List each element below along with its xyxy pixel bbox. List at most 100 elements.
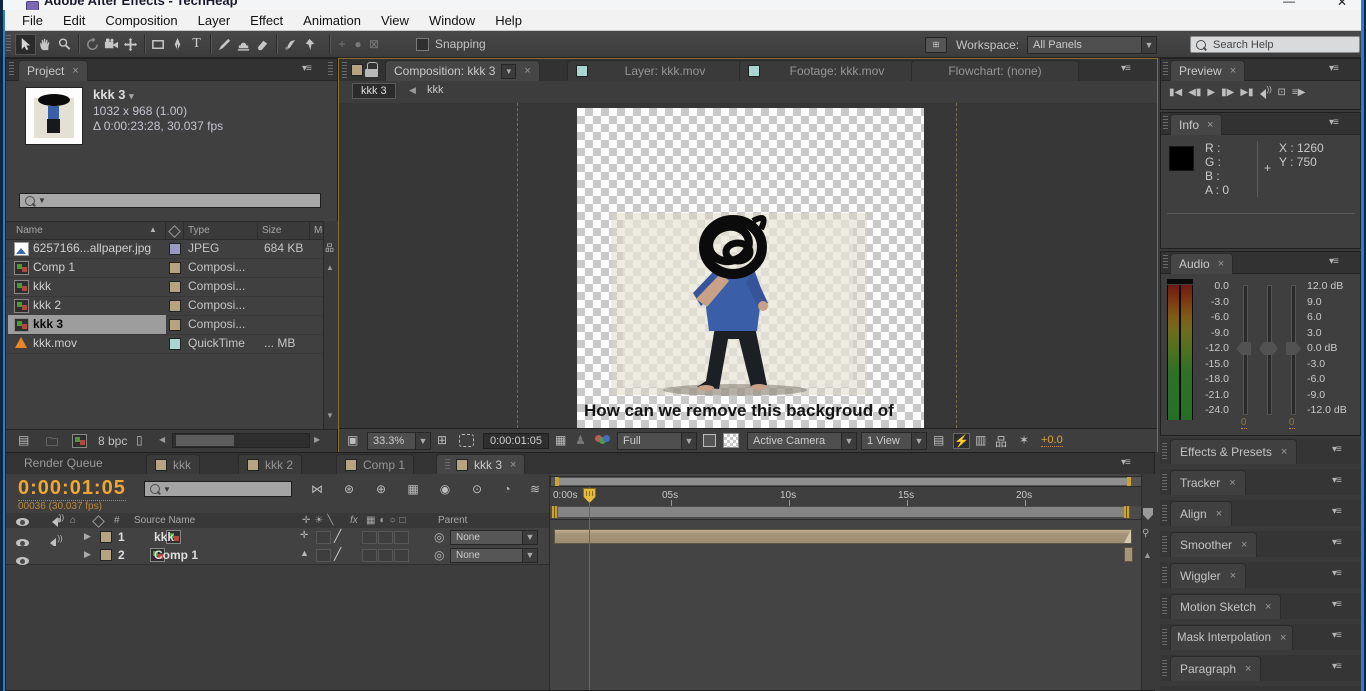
slider-handle-left[interactable]	[1236, 342, 1251, 355]
sort-ascending-icon[interactable]: ▲	[149, 225, 157, 234]
tab-tracker[interactable]: Tracker×	[1170, 470, 1246, 495]
close-icon[interactable]: ×	[1230, 564, 1236, 588]
close-icon[interactable]: ×	[1245, 657, 1251, 681]
work-area-end-bracket[interactable]	[1124, 506, 1130, 518]
close-icon[interactable]: ×	[1229, 471, 1235, 495]
roto-brush-tool[interactable]	[281, 35, 300, 54]
parent-pickwhip-icon[interactable]: ◎	[434, 530, 444, 544]
play-button[interactable]: ▶	[1207, 87, 1215, 98]
viewer-viewport[interactable]: How can we remove this backgroud of laye…	[339, 103, 1157, 428]
panel-menu-icon[interactable]: ▾≡	[1332, 568, 1341, 579]
close-icon[interactable]: ×	[72, 61, 78, 81]
parent-pickwhip-icon[interactable]: ◎	[434, 548, 444, 562]
tab-info[interactable]: Info ×	[1170, 114, 1222, 135]
brainstorm-icon[interactable]: ⊙	[466, 482, 488, 496]
panel-menu-icon[interactable]: ▾≡	[1332, 475, 1341, 486]
close-button[interactable]: ✕	[1337, 0, 1347, 9]
toolbar-gripper[interactable]	[6, 35, 11, 53]
eraser-tool[interactable]	[253, 35, 272, 54]
panel-menu-icon[interactable]: ▾≡	[1121, 457, 1130, 468]
tab-flowchart[interactable]: Flowchart: (none)	[911, 60, 1079, 81]
label-swatch[interactable]	[169, 300, 181, 312]
playhead-line[interactable]	[589, 487, 590, 690]
label-swatch[interactable]	[169, 262, 181, 274]
tab-audio[interactable]: Audio ×	[1170, 253, 1233, 274]
table-row[interactable]: Comp 1 Composi...	[6, 258, 323, 278]
layer-bar-1[interactable]	[554, 529, 1132, 544]
time-navigator-track[interactable]	[550, 476, 1142, 487]
trash-icon[interactable]: ▯	[136, 433, 143, 447]
table-row[interactable]: kkk 2 Composi...	[6, 296, 323, 316]
bit-depth-label[interactable]: 8 bpc	[98, 434, 127, 448]
tab-timeline-kkk2[interactable]: kkk 2	[238, 454, 302, 475]
panel-menu-icon[interactable]: ▾≡	[1329, 256, 1338, 267]
table-row-selected[interactable]: kkk 3 Composi...	[6, 315, 323, 335]
search-help-input[interactable]	[1211, 38, 1335, 52]
panel-gripper[interactable]	[9, 62, 14, 77]
close-icon[interactable]: ×	[1280, 626, 1286, 650]
quality-switch-icon[interactable]: ╱	[334, 529, 341, 543]
camera-view-dropdown[interactable]: Active Camera ▼	[747, 432, 857, 450]
interpret-footage-icon[interactable]: ▤	[18, 433, 29, 447]
tab-composition[interactable]: Composition: kkk 3 ▼ ×	[385, 60, 540, 81]
panel-gripper[interactable]	[1163, 255, 1168, 270]
minimize-button[interactable]: —	[1283, 0, 1295, 8]
view-axis-mode-icon[interactable]: ⊠	[366, 37, 382, 51]
table-row[interactable]: kkk.mov QuickTime ... MB	[6, 334, 323, 354]
layer-name[interactable]: Comp 1	[154, 548, 198, 562]
layer-switch-boxes[interactable]	[362, 549, 410, 565]
time-navigator-bar[interactable]	[555, 478, 1131, 485]
tab-timeline-comp1[interactable]: Comp 1	[336, 454, 414, 475]
next-frame-button[interactable]: ▮▶	[1221, 87, 1234, 98]
pan-behind-tool[interactable]	[121, 35, 140, 54]
close-icon[interactable]: ×	[510, 455, 516, 475]
panel-menu-icon[interactable]: ▾≡	[1329, 117, 1338, 128]
label-swatch[interactable]	[169, 243, 181, 255]
tab-layer[interactable]: Layer: kkk.mov	[567, 60, 745, 81]
comp-camera-icon[interactable]: ⚲	[1142, 528, 1149, 539]
camera-tool[interactable]	[102, 35, 121, 54]
reset-exposure-icon[interactable]: ✶	[1019, 433, 1029, 447]
project-vscrollbar[interactable]: 品 ▲ ▼	[323, 221, 338, 429]
layer-audio-toggle[interactable]	[50, 536, 62, 546]
panel-menu-icon[interactable]: ▾≡	[1329, 63, 1338, 74]
menu-layer[interactable]: Layer	[188, 13, 241, 28]
panel-gripper[interactable]	[1162, 474, 1167, 490]
panel-menu-icon[interactable]: ▾≡	[1332, 599, 1341, 610]
panel-gripper[interactable]	[1162, 536, 1167, 552]
navigator-start-handle[interactable]	[555, 477, 559, 486]
show-snapshot-icon[interactable]: ♟	[575, 433, 586, 447]
audio-mute-button[interactable]	[1260, 87, 1272, 97]
auto-keyframe-icon[interactable]: ◔	[496, 482, 518, 496]
workspace-icon[interactable]: ⊞	[925, 37, 947, 53]
tab-preview[interactable]: Preview ×	[1170, 60, 1245, 81]
timeline-timecode[interactable]: 0:00:01:05	[18, 477, 126, 501]
world-axis-mode-icon[interactable]: ●	[350, 37, 366, 51]
chevron-down-icon[interactable]: ▼	[501, 64, 516, 79]
project-comp-name[interactable]: kkk 3 ▾	[93, 87, 134, 102]
snapshot-camera-icon[interactable]: ▦	[555, 433, 566, 447]
panel-gripper[interactable]	[1162, 629, 1167, 645]
menu-animation[interactable]: Animation	[293, 13, 371, 28]
layer-label-swatch[interactable]	[100, 549, 112, 561]
roi-toggle-icon[interactable]	[703, 434, 716, 447]
exposure-value[interactable]: +0.0	[1041, 434, 1063, 447]
view-layout-dropdown[interactable]: 1 View ▼	[861, 432, 927, 450]
menu-file[interactable]: File	[12, 13, 53, 28]
panel-menu-icon[interactable]: ▾≡	[1121, 63, 1130, 74]
tab-paragraph[interactable]: Paragraph×	[1170, 656, 1261, 681]
work-area-start-bracket[interactable]	[552, 506, 558, 518]
viewer-timecode[interactable]: 0:00:01:05	[483, 433, 549, 449]
panel-gripper[interactable]	[445, 459, 450, 471]
panel-gripper[interactable]	[1162, 505, 1167, 521]
comp-flowchart-icon[interactable]: 品	[995, 433, 1007, 450]
timeline-search-box[interactable]: ▼	[144, 481, 292, 497]
scroll-down-icon[interactable]: ▼	[326, 411, 334, 420]
workspace-dropdown[interactable]: All Panels ▼	[1027, 36, 1157, 54]
audio-level-value-right[interactable]: 0	[1289, 417, 1295, 429]
channels-icon[interactable]	[595, 435, 609, 445]
comp-label-swatch[interactable]	[351, 64, 363, 76]
panel-gripper[interactable]	[328, 62, 333, 77]
resolution-dropdown[interactable]: Full ▼	[617, 432, 697, 450]
frame-blending-icon[interactable]: ▦	[402, 482, 424, 496]
